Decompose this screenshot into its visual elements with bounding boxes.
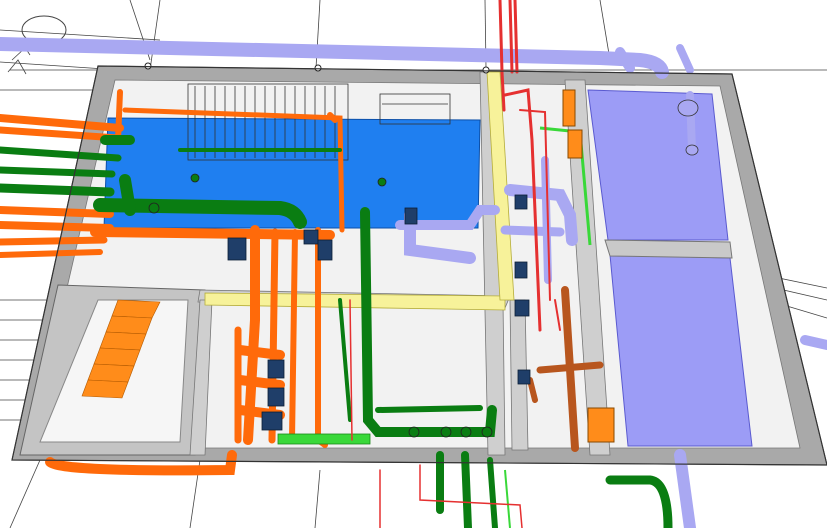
water-tank-purple-lower [609,254,753,447]
model-viewport[interactable] [0,0,827,528]
drain-fitting-2 [685,144,699,156]
bim-scene [0,0,827,528]
control-panel-orange-3 [587,407,615,443]
control-panel-orange-2 [567,129,583,159]
tank-divider [604,239,733,259]
drain-fitting [677,99,699,117]
control-panel-orange-1 [562,89,576,127]
water-tank-purple-upper [587,89,729,241]
